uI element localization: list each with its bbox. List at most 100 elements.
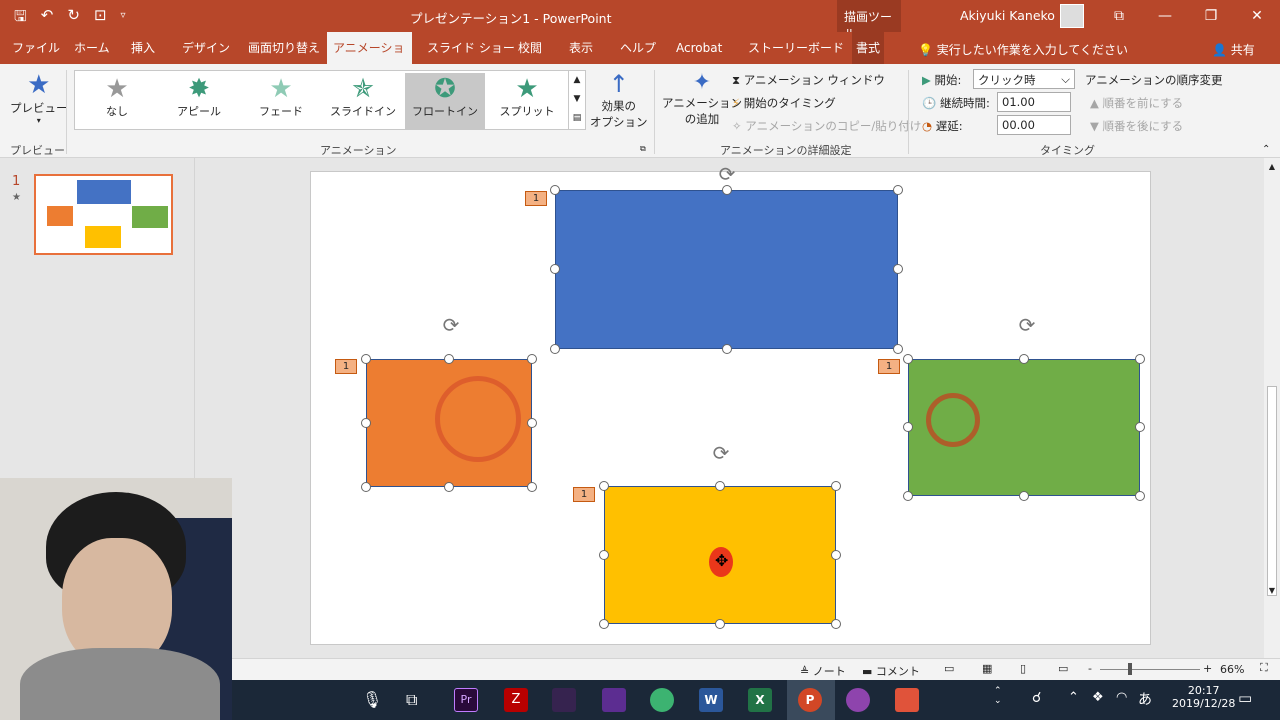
zoom-level[interactable]: 66% [1220,663,1244,676]
rotate-handle-icon[interactable]: ⟳ [1019,313,1036,337]
shape-yellow-rectangle[interactable]: ✥ [604,486,836,624]
redo-icon[interactable]: ↻ [67,6,80,31]
notification-icon[interactable]: ▭ [1238,689,1252,707]
tell-me-search[interactable]: 💡 実行したい作業を入力してください [918,41,1128,58]
ribbon-display-options-icon[interactable]: ⧉ [1096,0,1142,32]
resize-handle[interactable] [893,344,903,354]
resize-handle[interactable] [599,619,609,629]
preview-button[interactable]: ★ プレビュー ▾ [10,70,68,125]
resize-handle[interactable] [903,491,913,501]
shape-blue-rectangle[interactable] [555,190,898,349]
resize-handle[interactable] [444,482,454,492]
browser-icon[interactable] [650,688,674,712]
animation-painter-button[interactable]: ✧ アニメーションのコピー/貼り付け [732,118,921,134]
people-icon[interactable]: ☌ [1032,690,1041,706]
chevron-up-icon[interactable]: ▲ [569,71,585,90]
delay-spinner[interactable]: 00.00 [997,115,1071,135]
animation-tag[interactable]: 1 [878,359,900,374]
gallery-scroll[interactable]: ▲ ▼ ▤ [568,70,586,130]
shape-green-rectangle[interactable] [908,359,1140,496]
gallery-item-appear[interactable]: ✸ アピール [159,73,239,129]
normal-view-icon[interactable]: ▭ [944,662,954,675]
tab-slideshow[interactable]: スライド ショー [423,32,519,64]
close-icon[interactable]: ✕ [1234,0,1280,32]
resize-handle[interactable] [1135,422,1145,432]
tab-file[interactable]: ファイル [8,32,64,64]
slide-sorter-icon[interactable]: ▦ [982,662,992,675]
tab-design[interactable]: デザイン [178,32,234,64]
zoom-slider[interactable] [1100,669,1200,670]
resize-handle[interactable] [599,481,609,491]
save-icon[interactable]: 🖫 [14,6,27,31]
zoom-slider-thumb[interactable] [1128,663,1132,675]
slide-thumbnail[interactable] [34,174,173,255]
tab-home[interactable]: ホーム [70,32,114,64]
ime-indicator[interactable]: あ [1138,689,1152,709]
tab-transitions[interactable]: 画面切り替え [244,32,324,64]
add-animation-button[interactable]: ✦ アニメーション の追加 [662,70,742,127]
minimize-icon[interactable]: — [1142,0,1188,32]
animation-tag[interactable]: 1 [335,359,357,374]
resize-handle[interactable] [444,354,454,364]
slide-canvas[interactable]: ⟳ 1 ⟳ 1 ⟳ 1 ✥ ⟳ 1 [310,162,1151,645]
start-select[interactable]: クリック時 ⌵ [973,69,1075,89]
trigger-button[interactable]: ⚡ 開始のタイミング [732,95,836,111]
tab-help[interactable]: ヘルプ [616,32,660,64]
resize-handle[interactable] [903,422,913,432]
resize-handle[interactable] [361,482,371,492]
resize-handle[interactable] [550,185,560,195]
resize-handle[interactable] [722,344,732,354]
resize-handle[interactable] [1135,354,1145,364]
customize-qat-icon[interactable]: ▿ [121,6,126,31]
tab-insert[interactable]: 挿入 [127,32,159,64]
resize-handle[interactable] [831,481,841,491]
wifi-icon[interactable]: ◠ [1116,690,1127,705]
gallery-item-floatin[interactable]: ✪ フロートイン [405,73,485,129]
start-from-beginning-icon[interactable]: ⊡ [94,6,107,31]
resize-handle[interactable] [361,354,371,364]
recorder-icon[interactable] [846,688,870,712]
dropbox-icon[interactable]: ❖ [1092,690,1104,705]
gallery-item-split[interactable]: ★ スプリット [487,73,567,129]
tab-storyboard[interactable]: ストーリーボード [744,32,848,64]
chevron-down-icon[interactable]: ▼ [569,90,585,109]
powerpoint-icon[interactable]: P [798,688,822,712]
chevron-up-icon[interactable]: ⌃ [1068,690,1079,705]
visual-studio-icon[interactable] [602,688,626,712]
comments-button[interactable]: ▬ コメント [862,663,920,679]
slideshow-view-icon[interactable]: ▭ [1058,662,1068,675]
resize-handle[interactable] [893,185,903,195]
zoom-in-button[interactable]: + [1203,662,1212,675]
notes-button[interactable]: ≜ ノート [800,663,846,679]
vertical-scrollbar[interactable]: ▲ ▼ [1264,158,1280,658]
zoom-out-button[interactable]: - [1088,662,1092,675]
resize-handle[interactable] [527,354,537,364]
gallery-item-none[interactable]: ★ なし [77,73,157,129]
collapse-ribbon-icon[interactable]: ⌃ [1262,144,1270,155]
rotate-handle-icon[interactable]: ⟳ [443,313,460,337]
resize-handle[interactable] [550,344,560,354]
share-button[interactable]: 👤 共有 [1212,41,1255,58]
resize-handle[interactable] [527,482,537,492]
resize-handle[interactable] [715,619,725,629]
tab-acrobat[interactable]: Acrobat [672,32,726,64]
animation-tag[interactable]: 1 [525,191,547,206]
dialog-launcher-icon[interactable]: ⧉ [640,144,646,154]
premiere-icon[interactable]: Pr [454,688,478,712]
gallery-item-flyin[interactable]: ✯ スライドイン [323,73,403,129]
resize-handle[interactable] [831,619,841,629]
resize-handle[interactable] [599,550,609,560]
resize-handle[interactable] [1135,491,1145,501]
resize-handle[interactable] [831,550,841,560]
effect-options-button[interactable]: ↑ 効果の オプション [590,70,648,130]
tab-format[interactable]: 書式 [852,32,885,64]
user-name[interactable]: Akiyuki Kaneko [960,8,1055,23]
task-view-icon[interactable]: ⧉ [406,690,417,710]
camtasia-icon[interactable] [895,688,919,712]
restore-icon[interactable]: ❐ [1188,0,1234,32]
tab-review[interactable]: 校閲 [514,32,546,64]
resize-handle[interactable] [893,264,903,274]
rotate-handle-icon[interactable]: ⟳ [719,162,736,186]
clock[interactable]: 20:17 2019/12/28 [1172,684,1235,710]
filezilla-icon[interactable]: Z [504,688,528,712]
